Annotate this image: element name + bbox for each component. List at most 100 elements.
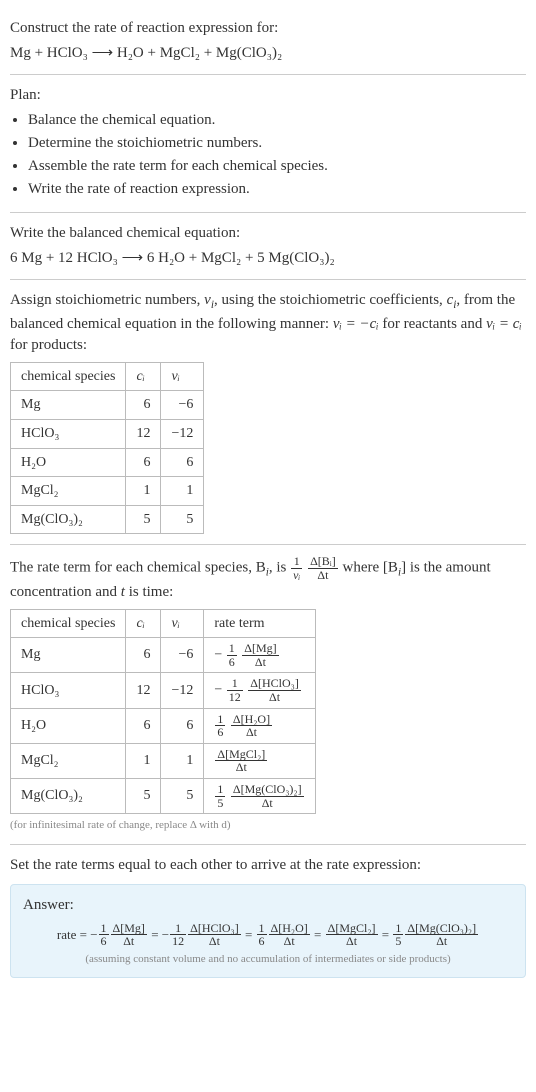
fraction: 112 bbox=[227, 677, 243, 703]
fraction: Δ[HClO₃]Δt bbox=[188, 922, 241, 948]
col-header: νᵢ bbox=[161, 362, 204, 391]
rate-prefix: rate = bbox=[57, 927, 90, 942]
c-cell: 1 bbox=[126, 477, 161, 506]
c-cell: 6 bbox=[126, 448, 161, 477]
fraction: Δ[MgCl₂]Δt bbox=[326, 922, 378, 948]
plan-item: Assemble the rate term for each chemical… bbox=[28, 156, 526, 177]
text: The rate term for each chemical species,… bbox=[10, 560, 266, 576]
nu-cell: 5 bbox=[161, 505, 204, 534]
species-cell: HClO₃ bbox=[11, 419, 126, 448]
answer-box: Answer: rate = −16Δ[Mg]Δt = −112Δ[HClO₃]… bbox=[10, 884, 526, 979]
fraction: 15 bbox=[393, 922, 403, 948]
c-cell: 6 bbox=[126, 708, 161, 743]
nu-cell: −12 bbox=[161, 673, 204, 708]
intro-section: Construct the rate of reaction expressio… bbox=[10, 8, 526, 75]
nu-cell: −12 bbox=[161, 419, 204, 448]
fraction: Δ[Mg]Δt bbox=[111, 922, 147, 948]
nu-cell: −6 bbox=[161, 638, 204, 673]
table-header-row: chemical species cᵢ νᵢ rate term bbox=[11, 609, 316, 638]
nu-cell: −6 bbox=[161, 391, 204, 420]
plan-label: Plan: bbox=[10, 85, 526, 106]
assign-text: Assign stoichiometric numbers, νi, using… bbox=[10, 290, 526, 356]
species-cell: Mg(ClO₃)₂ bbox=[11, 778, 126, 813]
rate-term-cell: Δ[MgCl₂]Δt bbox=[204, 743, 315, 778]
rate-term-cell: − 112 Δ[HClO₃]Δt bbox=[204, 673, 315, 708]
col-header: chemical species bbox=[11, 362, 126, 391]
fraction: Δ[H₂O]Δt bbox=[231, 713, 272, 739]
col-header: rate term bbox=[204, 609, 315, 638]
species-cell: Mg bbox=[11, 638, 126, 673]
rate-term-section: The rate term for each chemical species,… bbox=[10, 545, 526, 844]
answer-label: Answer: bbox=[23, 895, 513, 916]
plan-item: Determine the stoichiometric numbers. bbox=[28, 133, 526, 154]
fraction: Δ[H₂O]Δt bbox=[269, 922, 310, 948]
nu-cell: 6 bbox=[161, 708, 204, 743]
text: where [B bbox=[343, 560, 398, 576]
text: for products: bbox=[10, 337, 87, 353]
eq-sign: = bbox=[382, 927, 393, 942]
species-cell: H₂O bbox=[11, 708, 126, 743]
table-row: Mg(ClO₃)₂ 5 5 bbox=[11, 505, 204, 534]
species-cell: MgCl₂ bbox=[11, 477, 126, 506]
fraction: 16 bbox=[215, 713, 225, 739]
fraction: Δ[HClO₃]Δt bbox=[248, 677, 301, 703]
col-header: cᵢ bbox=[126, 362, 161, 391]
table-row: HClO₃ 12 −12 − 112 Δ[HClO₃]Δt bbox=[11, 673, 316, 708]
species-cell: Mg bbox=[11, 391, 126, 420]
fraction: 112 bbox=[170, 922, 186, 948]
neg-sign: − bbox=[214, 683, 222, 698]
c-cell: 12 bbox=[126, 673, 161, 708]
table-row: HClO₃ 12 −12 bbox=[11, 419, 204, 448]
table-row: Mg 6 −6 bbox=[11, 391, 204, 420]
c-cell: 1 bbox=[126, 743, 161, 778]
table-row: Mg(ClO₃)₂ 5 5 15 Δ[Mg(ClO₃)₂]Δt bbox=[11, 778, 316, 813]
table-row: Mg 6 −6 − 16 Δ[Mg]Δt bbox=[11, 638, 316, 673]
c-cell: 6 bbox=[126, 391, 161, 420]
intro-equation: Mg + HClO₃ ⟶ H₂O + MgCl₂ + Mg(ClO₃)₂ bbox=[10, 43, 526, 64]
stoich-table-1: chemical species cᵢ νᵢ Mg 6 −6 HClO₃ 12 … bbox=[10, 362, 204, 535]
c-symbol: ci bbox=[447, 292, 457, 308]
fraction: 16 bbox=[257, 922, 267, 948]
balanced-label: Write the balanced chemical equation: bbox=[10, 223, 526, 244]
table-row: MgCl₂ 1 1 Δ[MgCl₂]Δt bbox=[11, 743, 316, 778]
col-header: νᵢ bbox=[161, 609, 204, 638]
table-row: H₂O 6 6 16 Δ[H₂O]Δt bbox=[11, 708, 316, 743]
fraction: Δ[Mg]Δt bbox=[242, 642, 278, 668]
text: , is bbox=[269, 560, 290, 576]
fraction: 16 bbox=[227, 642, 237, 668]
plan-section: Plan: Balance the chemical equation. Det… bbox=[10, 75, 526, 213]
fraction: Δ[Bᵢ]Δt bbox=[308, 555, 338, 581]
intro-title: Construct the rate of reaction expressio… bbox=[10, 18, 526, 39]
c-cell: 12 bbox=[126, 419, 161, 448]
relation-products: νᵢ = cᵢ bbox=[486, 316, 522, 332]
rate-term-cell: 16 Δ[H₂O]Δt bbox=[204, 708, 315, 743]
text: for reactants and bbox=[379, 316, 486, 332]
fraction: 15 bbox=[215, 783, 225, 809]
balanced-equation: 6 Mg + 12 HClO₃ ⟶ 6 H₂O + MgCl₂ + 5 Mg(C… bbox=[10, 248, 526, 269]
fraction: 16 bbox=[99, 922, 109, 948]
nu-cell: 1 bbox=[161, 477, 204, 506]
balanced-section: Write the balanced chemical equation: 6 … bbox=[10, 213, 526, 280]
text: , using the stoichiometric coefficients, bbox=[214, 292, 447, 308]
rate-term-intro: The rate term for each chemical species,… bbox=[10, 555, 526, 602]
table-header-row: chemical species cᵢ νᵢ bbox=[11, 362, 204, 391]
nu-cell: 5 bbox=[161, 778, 204, 813]
stoich-table-2: chemical species cᵢ νᵢ rate term Mg 6 −6… bbox=[10, 609, 316, 815]
c-cell: 5 bbox=[126, 778, 161, 813]
table-row: MgCl₂ 1 1 bbox=[11, 477, 204, 506]
neg-sign: − bbox=[90, 927, 97, 942]
col-header: chemical species bbox=[11, 609, 126, 638]
species-cell: HClO₃ bbox=[11, 673, 126, 708]
table-row: H₂O 6 6 bbox=[11, 448, 204, 477]
species-cell: MgCl₂ bbox=[11, 743, 126, 778]
fraction: 1νᵢ bbox=[291, 555, 302, 581]
nu-symbol: νi bbox=[204, 292, 214, 308]
plan-list: Balance the chemical equation. Determine… bbox=[10, 110, 526, 200]
species-cell: Mg(ClO₃)₂ bbox=[11, 505, 126, 534]
table2-note: (for infinitesimal rate of change, repla… bbox=[10, 818, 526, 833]
c-cell: 5 bbox=[126, 505, 161, 534]
nu-cell: 1 bbox=[161, 743, 204, 778]
rate-expression: rate = −16Δ[Mg]Δt = −112Δ[HClO₃]Δt = 16Δ… bbox=[23, 922, 513, 948]
c-cell: 6 bbox=[126, 638, 161, 673]
nu-cell: 6 bbox=[161, 448, 204, 477]
